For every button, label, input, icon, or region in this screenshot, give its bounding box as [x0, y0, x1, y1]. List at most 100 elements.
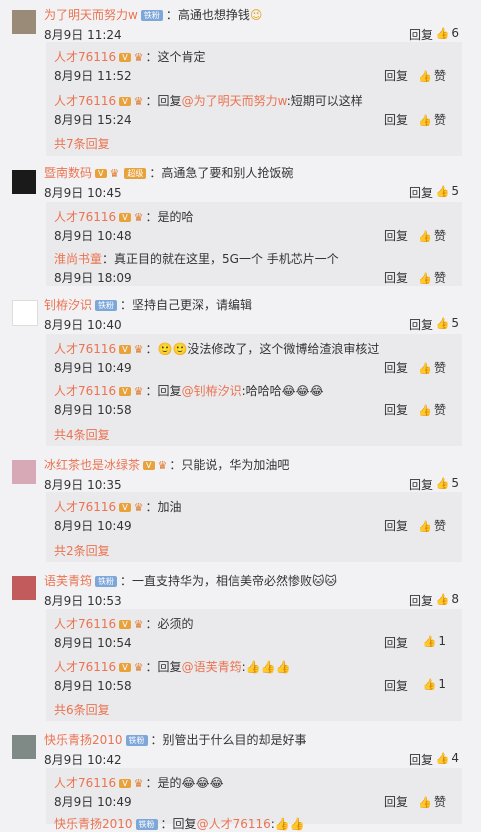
username-link[interactable]: 人才76116: [54, 500, 116, 514]
thumbs-up-icon: 👍: [418, 362, 432, 375]
crown-icon: ♛: [133, 661, 144, 674]
comment-time: 8月9日 10:40: [44, 318, 122, 332]
username-link[interactable]: 人才76116: [54, 342, 116, 356]
more-replies-link[interactable]: 共2条回复: [54, 542, 110, 559]
avatar[interactable]: [12, 170, 36, 194]
thumbs-up-icon: 👍: [418, 404, 432, 417]
reply-button[interactable]: 回复: [409, 751, 433, 768]
thumbs-up-icon: 👍: [418, 70, 432, 83]
username-link[interactable]: 冰红茶也是冰绿茶: [44, 458, 140, 472]
crown-icon: ♛: [133, 95, 144, 108]
thumbs-up-icon: 👍: [418, 114, 432, 127]
thumbs-up-icon: 👍: [418, 272, 432, 285]
reply-time: 8月9日 10:58: [54, 679, 132, 693]
mention-link[interactable]: @钊栫汐识: [182, 384, 242, 398]
crown-icon: ♛: [133, 618, 144, 631]
more-replies-link[interactable]: 共4条回复: [54, 426, 110, 443]
fan-badge: 铁粉: [95, 576, 118, 587]
like-button[interactable]: 👍 6: [436, 26, 459, 40]
reply-button[interactable]: 回复: [384, 227, 408, 244]
comment-time: 8月9日 10:35: [44, 478, 122, 492]
reply-button[interactable]: 回复: [384, 67, 408, 84]
reply-time: 8月9日 18:09: [54, 271, 132, 285]
username-link[interactable]: 人才76116: [54, 210, 116, 224]
reply-button[interactable]: 回复: [409, 184, 433, 201]
sub-replies: 人才76116 V ♛ ：加油 8月9日 10:49 回复 👍 赞 共2条回复: [46, 492, 462, 562]
v-badge: V: [119, 503, 131, 512]
avatar[interactable]: [12, 735, 36, 759]
avatar[interactable]: [12, 576, 36, 600]
username-link[interactable]: 语芙青筠: [44, 574, 92, 588]
like-button[interactable]: 👍 4: [436, 751, 459, 765]
reply-button[interactable]: 回复: [384, 517, 408, 534]
thumbs-up-icon: 👍: [418, 230, 432, 243]
username-link[interactable]: 暨南数码: [44, 166, 92, 180]
username-link[interactable]: 人才76116: [54, 776, 116, 790]
thumbs-up-icon: 👍: [435, 752, 450, 765]
reply-button[interactable]: 回复: [384, 677, 408, 694]
username-link[interactable]: 人才76116: [54, 660, 116, 674]
avatar[interactable]: [12, 300, 38, 326]
like-button[interactable]: 👍 赞: [418, 401, 446, 418]
thumbs-up-icon: 👍: [435, 477, 450, 490]
emoji-icon: 😉: [249, 8, 263, 22]
like-button[interactable]: 👍 赞: [418, 269, 446, 286]
more-replies-link[interactable]: 共7条回复: [54, 135, 110, 152]
fan-badge: 铁粉: [140, 10, 163, 21]
reply-button[interactable]: 回复: [384, 111, 408, 128]
reply-button[interactable]: 回复: [409, 592, 433, 609]
like-button[interactable]: 👍 赞: [418, 227, 446, 244]
v-badge: V: [119, 779, 131, 788]
reply-button[interactable]: 回复: [409, 316, 433, 333]
reply-time: 8月9日 10:49: [54, 795, 132, 809]
username-link[interactable]: 人才76116: [54, 94, 116, 108]
crown-icon: ♛: [133, 343, 144, 356]
like-button[interactable]: 👍 赞: [418, 67, 446, 84]
reply-button[interactable]: 回复: [409, 476, 433, 493]
like-button[interactable]: 👍 5: [436, 316, 459, 330]
reply-button[interactable]: 回复: [384, 359, 408, 376]
username-link[interactable]: 人才76116: [54, 50, 116, 64]
comment-time: 8月9日 11:24: [44, 28, 122, 42]
username-link[interactable]: 人才76116: [54, 384, 116, 398]
username-link[interactable]: 快乐青扬2010: [54, 817, 133, 831]
v-badge: V: [95, 169, 107, 178]
like-button[interactable]: 👍 赞: [418, 111, 446, 128]
like-button[interactable]: 👍 赞: [418, 793, 446, 810]
like-button[interactable]: 👍 赞: [418, 517, 446, 534]
sub-replies: 人才76116 V ♛ ：是的哈 8月9日 10:48 回复 👍 赞 淮尚书童：真正目的…: [46, 202, 462, 286]
mention-link[interactable]: @人才76116: [197, 817, 271, 831]
reply-button[interactable]: 回复: [384, 269, 408, 286]
v-badge: V: [119, 620, 131, 629]
username-link[interactable]: 为了明天而努力w: [44, 8, 138, 22]
thumbs-up-icon: 👍: [422, 635, 437, 648]
avatar[interactable]: [12, 10, 36, 34]
like-button[interactable]: 👍 5: [436, 476, 459, 490]
avatar[interactable]: [12, 460, 36, 484]
mention-link[interactable]: @为了明天而努力w: [182, 94, 287, 108]
sub-replies: 人才76116 V ♛ ：这个肯定 8月9日 11:52 回复 👍 赞 人才76116 V…: [46, 42, 462, 156]
reply-button[interactable]: 回复: [409, 26, 433, 43]
fan-badge: 铁粉: [135, 819, 158, 830]
like-button[interactable]: 👍 赞: [418, 359, 446, 376]
reply-time: 8月9日 10:58: [54, 403, 132, 417]
reply-button[interactable]: 回复: [384, 793, 408, 810]
like-button[interactable]: 👍 1: [423, 677, 446, 691]
reply-button[interactable]: 回复: [384, 634, 408, 651]
username-link[interactable]: 人才76116: [54, 617, 116, 631]
thumbs-up-icon: 👍: [435, 27, 450, 40]
username-link[interactable]: 钊栫汐识: [44, 298, 92, 312]
thumbs-up-icon: 👍: [435, 185, 450, 198]
like-button[interactable]: 👍 5: [436, 184, 459, 198]
comment-time: 8月9日 10:42: [44, 753, 122, 767]
crown-icon: ♛: [133, 385, 144, 398]
username-link[interactable]: 淮尚书童: [54, 252, 102, 266]
v-badge: V: [143, 461, 155, 470]
fan-badge: 铁粉: [125, 735, 148, 746]
like-button[interactable]: 👍 1: [423, 634, 446, 648]
reply-button[interactable]: 回复: [384, 401, 408, 418]
username-link[interactable]: 快乐青扬2010: [44, 733, 123, 747]
mention-link[interactable]: @语芙青筠: [182, 660, 242, 674]
like-button[interactable]: 👍 8: [436, 592, 459, 606]
more-replies-link[interactable]: 共6条回复: [54, 701, 110, 718]
